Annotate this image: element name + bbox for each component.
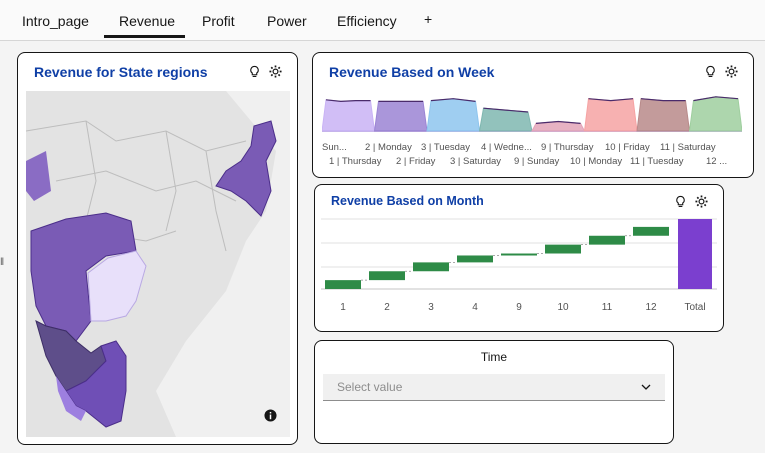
time-select-placeholder: Select value — [337, 380, 403, 394]
lightbulb-icon[interactable] — [248, 65, 261, 78]
month-bar[interactable] — [678, 219, 712, 289]
tab-power[interactable]: Power — [267, 13, 307, 29]
info-icon[interactable] — [264, 409, 277, 422]
month-tick: 11 — [601, 302, 613, 313]
month-card: Revenue Based on Month 1 2 3 4 9 10 11 12 Total — [314, 184, 724, 332]
month-bar[interactable] — [633, 226, 669, 236]
resize-handle-icon[interactable]: ‖ — [0, 257, 4, 268]
week-area-segment[interactable] — [636, 98, 691, 132]
active-tab-indicator — [104, 35, 185, 38]
map-card: Revenue for State regions — [17, 52, 298, 445]
month-axis: 1 2 3 4 9 10 11 12 Total — [321, 302, 717, 316]
month-bar[interactable] — [501, 253, 537, 256]
month-tick: 2 — [384, 302, 390, 313]
tab-bar: Intro_page Revenue Profit Power Efficien… — [0, 0, 765, 41]
time-filter-card: Time Select value — [314, 340, 674, 444]
month-tick: 10 — [557, 302, 569, 313]
month-tick: 9 — [516, 302, 522, 313]
week-card-icons — [704, 65, 738, 78]
month-tick: Total — [684, 302, 706, 313]
week-tick: 3 | Tuesday — [421, 142, 470, 153]
week-tick: 10 | Friday — [605, 142, 650, 153]
tab-efficiency[interactable]: Efficiency — [337, 13, 397, 29]
add-tab-button[interactable]: + — [424, 11, 432, 27]
month-bar[interactable] — [457, 255, 493, 263]
month-bar[interactable] — [369, 271, 405, 281]
week-tick: 9 | Thursday — [541, 142, 594, 153]
map-svg[interactable] — [26, 91, 290, 437]
chevron-down-icon — [641, 384, 651, 390]
week-area-segment[interactable] — [373, 100, 428, 132]
lightbulb-icon[interactable] — [674, 195, 687, 208]
week-tick: 1 | Thursday — [329, 156, 382, 167]
tab-revenue[interactable]: Revenue — [119, 13, 175, 29]
time-select[interactable]: Select value — [323, 374, 665, 401]
month-card-title: Revenue Based on Month — [331, 194, 484, 208]
week-area-chart[interactable] — [322, 89, 742, 133]
month-bar[interactable] — [325, 280, 361, 289]
map-card-icons — [248, 65, 282, 78]
week-tick: 10 | Monday — [570, 156, 623, 167]
month-tick: 12 — [645, 302, 657, 313]
week-axis-row2: 1 | Thursday 2 | Friday 3 | Saturday 9 |… — [322, 156, 742, 168]
month-card-icons — [674, 195, 708, 208]
tab-profit[interactable]: Profit — [202, 13, 235, 29]
week-tick: 4 | Wedne... — [481, 142, 532, 153]
week-card: Revenue Based on Week Sun... 2 | Monday … — [312, 52, 754, 178]
month-tick: 4 — [472, 302, 478, 313]
tab-intro-page[interactable]: Intro_page — [22, 13, 89, 29]
week-area-segment[interactable] — [688, 96, 743, 132]
week-area-segment[interactable] — [426, 98, 481, 132]
week-tick: Sun... — [322, 142, 347, 153]
month-waterfall-chart[interactable] — [321, 217, 717, 293]
week-tick: 9 | Sunday — [514, 156, 560, 167]
week-tick: 11 | Tuesday — [630, 156, 684, 167]
map-card-title: Revenue for State regions — [34, 64, 208, 80]
month-tick: 1 — [340, 302, 346, 313]
month-bar[interactable] — [413, 262, 449, 272]
week-tick: 2 | Monday — [365, 142, 412, 153]
week-axis-row1: Sun... 2 | Monday 3 | Tuesday 4 | Wedne.… — [322, 142, 742, 154]
month-bar[interactable] — [545, 244, 581, 254]
week-area-segment[interactable] — [322, 99, 376, 132]
week-card-title: Revenue Based on Week — [329, 64, 495, 80]
time-label: Time — [480, 350, 508, 364]
week-tick: 11 | Saturday — [660, 142, 716, 153]
week-tick: 2 | Friday — [396, 156, 436, 167]
month-tick: 3 — [428, 302, 434, 313]
gear-icon[interactable] — [725, 65, 738, 78]
week-area-segment[interactable] — [583, 98, 638, 132]
month-bar[interactable] — [589, 235, 625, 245]
week-tick: 12 ... — [706, 156, 728, 167]
lightbulb-icon[interactable] — [704, 65, 717, 78]
gear-icon[interactable] — [695, 195, 708, 208]
gear-icon[interactable] — [269, 65, 282, 78]
week-tick: 3 | Saturday — [450, 156, 502, 167]
